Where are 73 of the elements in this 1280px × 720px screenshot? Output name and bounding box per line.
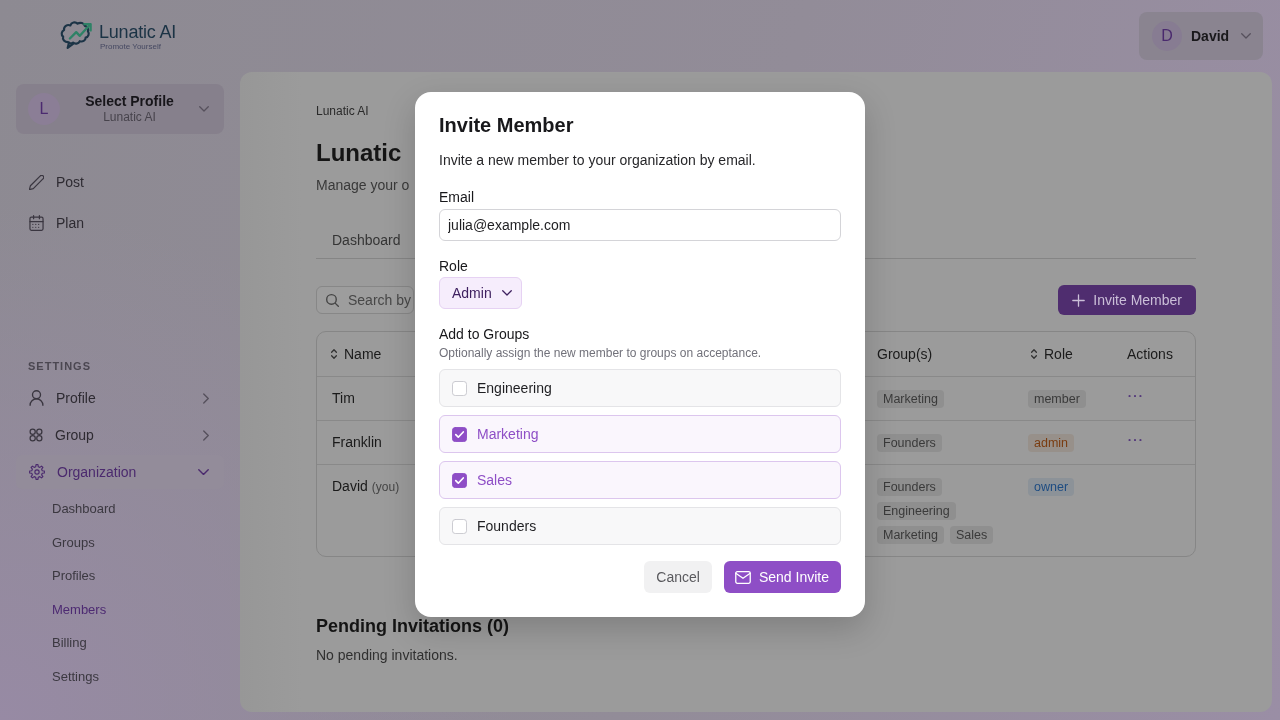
section-heading: Pending Invitations (0) — [316, 616, 509, 636]
you-label: (you) — [371, 479, 400, 496]
column-header: Group(s) — [876, 345, 934, 364]
member-name: Tim — [332, 389, 355, 408]
search-icon — [326, 293, 339, 307]
avatar: D — [1152, 21, 1182, 51]
column-header: Actions — [1126, 345, 1174, 364]
nav-item[interactable]: Plan — [16, 205, 224, 241]
pencil-icon — [29, 174, 44, 190]
nav-subitem[interactable]: Dashboard — [16, 492, 224, 526]
more-icon[interactable] — [1128, 439, 1142, 442]
group-tag: Founders — [877, 478, 942, 496]
role-select[interactable]: Admin — [439, 277, 522, 309]
column-header[interactable]: Role — [1020, 332, 1113, 376]
page-subtitle: Manage your o — [316, 176, 410, 195]
plus-icon — [1072, 293, 1086, 307]
field-label: Add to Groups — [439, 325, 530, 343]
nav-subitem[interactable]: Profiles — [16, 559, 224, 593]
send-invite-button[interactable]: Send Invite — [723, 561, 841, 593]
nav-subitem[interactable]: Settings — [16, 659, 224, 693]
nav-item[interactable]: Profile — [16, 381, 224, 415]
role-badge: owner — [1028, 478, 1075, 496]
chevron-down-icon — [199, 106, 209, 112]
empty-state-text: No pending invitations. — [316, 646, 458, 665]
nav-subitem[interactable]: Billing — [16, 626, 224, 660]
more-icon[interactable] — [1128, 395, 1142, 398]
checkbox[interactable] — [452, 426, 467, 442]
chevron-down-icon — [502, 290, 512, 296]
gear-icon — [29, 464, 45, 480]
user-icon — [29, 390, 44, 406]
field-label: Email — [439, 188, 474, 206]
tab[interactable]: Dashboard — [316, 222, 413, 258]
calendar-icon — [29, 215, 44, 231]
user-menu-button[interactable]: D David — [1139, 12, 1263, 60]
role-badge: member — [1028, 390, 1086, 408]
four-circles-icon — [29, 428, 43, 442]
search-field[interactable]: Search by — [316, 286, 414, 314]
dialog-title: Invite Member — [439, 113, 574, 138]
checkbox[interactable] — [452, 472, 467, 488]
email-input[interactable]: julia@example.com — [439, 209, 841, 241]
group-tag: Founders — [877, 434, 942, 452]
group-option[interactable]: Founders — [439, 507, 841, 545]
chevron-down-icon — [1241, 33, 1251, 39]
invite-member-button[interactable]: Invite Member — [1058, 285, 1196, 315]
member-name: David — [332, 477, 368, 496]
group-option[interactable]: Sales — [439, 461, 841, 499]
page-title: Lunatic — [316, 138, 402, 168]
group-option[interactable]: Marketing — [439, 415, 841, 453]
nav-item[interactable]: Group — [16, 418, 224, 452]
checkbox[interactable] — [452, 380, 467, 396]
group-tag: Marketing — [877, 390, 944, 408]
logo-tagline: Promote Yourself — [100, 42, 162, 51]
logo-text: Lunatic AI — [99, 22, 177, 42]
dialog-description: Invite a new member to your organization by email. — [439, 151, 756, 170]
group-tag: Sales — [949, 526, 994, 544]
nav-item[interactable]: Post — [16, 164, 224, 200]
profile-select[interactable]: L Select Profile Lunatic AI — [16, 84, 224, 134]
field-hint: Optionally assign the new member to groups on acceptance. — [439, 345, 762, 361]
member-name: Franklin — [332, 433, 382, 452]
field-label: Role — [439, 257, 468, 275]
group-tag: Marketing — [877, 526, 944, 544]
breadcrumb[interactable]: Lunatic AI — [316, 103, 369, 119]
avatar: L — [28, 93, 60, 125]
nav-subitem[interactable]: Groups — [16, 525, 224, 559]
checkbox[interactable] — [452, 518, 467, 534]
section-heading: SETTINGS — [27, 359, 92, 374]
nav-subitem[interactable]: Members — [16, 592, 224, 626]
cancel-button[interactable]: Cancel — [644, 561, 712, 593]
group-tag: Engineering — [877, 502, 956, 520]
group-option[interactable]: Engineering — [439, 369, 841, 407]
column-header[interactable]: Name — [317, 332, 415, 376]
mail-icon — [734, 570, 751, 584]
role-badge: admin — [1028, 434, 1075, 452]
